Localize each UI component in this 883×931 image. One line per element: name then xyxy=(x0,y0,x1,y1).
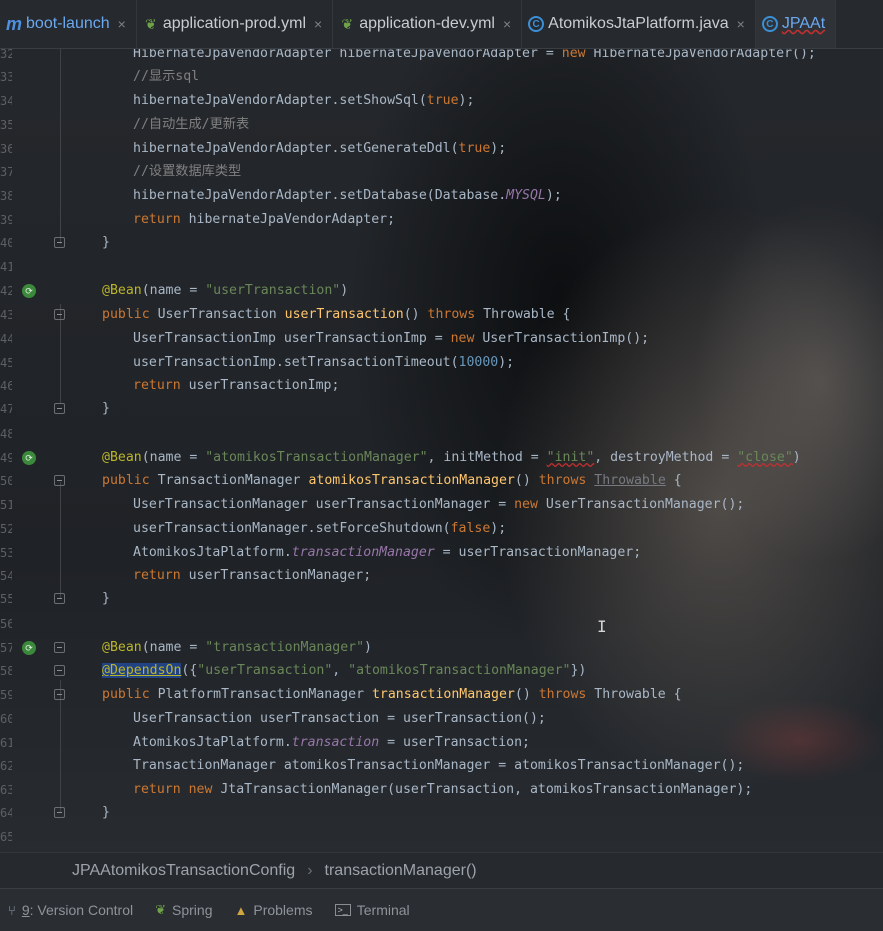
code-line: 44 UserTransactionImp userTransactionImp… xyxy=(0,331,650,346)
tool-window-key: 9 xyxy=(21,902,30,918)
code-line: 51 UserTransactionManager userTransactio… xyxy=(0,497,745,512)
tool-window-version-control[interactable]: ⑂ 9: Version Control xyxy=(8,902,133,918)
code-line: 49 ⟳ @Bean(name = "atomikosTransactionMa… xyxy=(0,450,801,465)
spring-icon: ❦ xyxy=(155,902,167,917)
code-line: 58 @DependsOn({"userTransaction", "atomi… xyxy=(0,663,587,678)
code-line: 40 } xyxy=(0,235,110,250)
tab-atomikos-jta-platform[interactable]: C AtomikosJtaPlatform.java × xyxy=(522,0,756,48)
close-icon[interactable]: × xyxy=(737,16,745,32)
fold-icon[interactable] xyxy=(54,403,65,414)
tab-label: application-dev.yml xyxy=(359,15,495,32)
java-class-icon: C xyxy=(528,16,545,32)
tool-window-problems[interactable]: ▲ Problems xyxy=(234,902,312,918)
spring-bean-gutter-icon[interactable]: ⟳ xyxy=(22,284,36,298)
tab-label: AtomikosJtaPlatform.java xyxy=(548,15,729,32)
tab-application-dev-yml[interactable]: ❦ application-dev.yml × xyxy=(333,0,523,48)
code-line: 37 //设置数据库类型 xyxy=(0,164,242,179)
code-line: 60 UserTransaction userTransaction = use… xyxy=(0,711,546,726)
spring-bean-gutter-icon[interactable]: ⟳ xyxy=(22,641,36,655)
code-line: 33 //显示sql xyxy=(0,69,200,84)
tool-window-label: : Version Control xyxy=(29,902,134,918)
breadcrumb-class[interactable]: JPAAtomikosTransactionConfig xyxy=(72,862,295,880)
code-line: 53 AtomikosJtaPlatform.transactionManage… xyxy=(0,545,642,560)
code-line: 63 return new JtaTransactionManager(user… xyxy=(0,782,753,797)
code-line: 59 public PlatformTransactionManager tra… xyxy=(0,687,682,702)
code-line: 39 return hibernateJpaVendorAdapter; xyxy=(0,212,396,227)
code-line: 54 return userTransactionManager; xyxy=(0,568,372,583)
code-line: 56 xyxy=(0,617,12,631)
code-line: 38 hibernateJpaVendorAdapter.setDatabase… xyxy=(0,188,562,203)
code-line: 65 xyxy=(0,830,12,844)
code-line: 35 //自动生成/更新表 xyxy=(0,117,250,132)
code-line: 50 public TransactionManager atomikosTra… xyxy=(0,473,682,488)
code-line: 36 hibernateJpaVendorAdapter.setGenerate… xyxy=(0,141,507,156)
tab-boot-launch[interactable]: m boot-launch × xyxy=(0,0,137,48)
editor-tab-bar: m boot-launch × ❦ application-prod.yml ×… xyxy=(0,0,883,49)
fold-icon[interactable] xyxy=(54,593,65,604)
close-icon[interactable]: × xyxy=(118,16,126,32)
code-line: 48 xyxy=(0,427,12,441)
tab-label: application-prod.yml xyxy=(162,15,307,32)
java-class-icon: C xyxy=(761,16,778,32)
code-line: 47 } xyxy=(0,401,110,416)
fold-icon[interactable] xyxy=(54,689,65,700)
tab-jpa-atomikos-config[interactable]: C JPAAt xyxy=(755,0,837,48)
tool-window-bar: ⑂ 9: Version Control ❦ Spring ▲ Problems… xyxy=(0,888,883,931)
code-line: 45 userTransactionImp.setTransactionTime… xyxy=(0,355,515,370)
fold-icon[interactable] xyxy=(54,665,65,676)
warning-icon: ▲ xyxy=(234,902,248,918)
fold-icon[interactable] xyxy=(54,237,65,248)
maven-icon: m xyxy=(6,13,23,34)
code-line: 57 ⟳ @Bean(name = "transactionManager") xyxy=(0,640,372,655)
tab-label: JPAAt xyxy=(781,15,826,32)
tool-window-label: Terminal xyxy=(356,902,410,918)
breadcrumb-separator: › xyxy=(307,862,313,879)
code-line: 34 hibernateJpaVendorAdapter.setShowSql(… xyxy=(0,93,475,108)
spring-yml-icon: ❦ xyxy=(144,15,157,32)
tab-label: boot-launch xyxy=(26,15,110,32)
code-line: 55 } xyxy=(0,591,110,606)
code-line: 62 TransactionManager atomikosTransactio… xyxy=(0,758,745,773)
spring-bean-gutter-icon[interactable]: ⟳ xyxy=(22,451,36,465)
code-line: 52 userTransactionManager.setForceShutdo… xyxy=(0,521,507,536)
code-line: 42 ⟳ @Bean(name = "userTransaction") xyxy=(0,283,349,298)
tool-window-label: Spring xyxy=(172,902,213,918)
code-line: 41 xyxy=(0,260,12,274)
code-line: 46 return userTransactionImp; xyxy=(0,378,340,393)
terminal-icon: >_ xyxy=(334,904,351,916)
fold-icon[interactable] xyxy=(54,642,65,653)
tool-window-spring[interactable]: ❦ Spring xyxy=(155,902,212,918)
version-control-icon: ⑂ xyxy=(8,902,16,918)
breadcrumb-method[interactable]: transactionManager() xyxy=(325,862,477,880)
tool-window-label: Problems xyxy=(253,902,313,918)
tool-window-terminal[interactable]: >_ Terminal xyxy=(334,902,410,918)
code-editor[interactable]: 32 HibernateJpaVendorAdapter hibernateJp… xyxy=(0,46,883,850)
fold-icon[interactable] xyxy=(54,475,65,486)
code-line: 43 public UserTransaction userTransactio… xyxy=(0,307,571,322)
close-icon[interactable]: × xyxy=(503,16,511,32)
code-line: 64 } xyxy=(0,805,110,820)
close-icon[interactable]: × xyxy=(314,16,322,32)
tab-application-prod-yml[interactable]: ❦ application-prod.yml × xyxy=(137,0,334,48)
fold-icon[interactable] xyxy=(54,309,65,320)
text-cursor-icon: I xyxy=(597,617,607,636)
spring-yml-icon: ❦ xyxy=(341,15,354,32)
breadcrumb: JPAAtomikosTransactionConfig › transacti… xyxy=(0,852,883,889)
code-line: 61 AtomikosJtaPlatform.transaction = use… xyxy=(0,735,530,750)
fold-icon[interactable] xyxy=(54,807,65,818)
